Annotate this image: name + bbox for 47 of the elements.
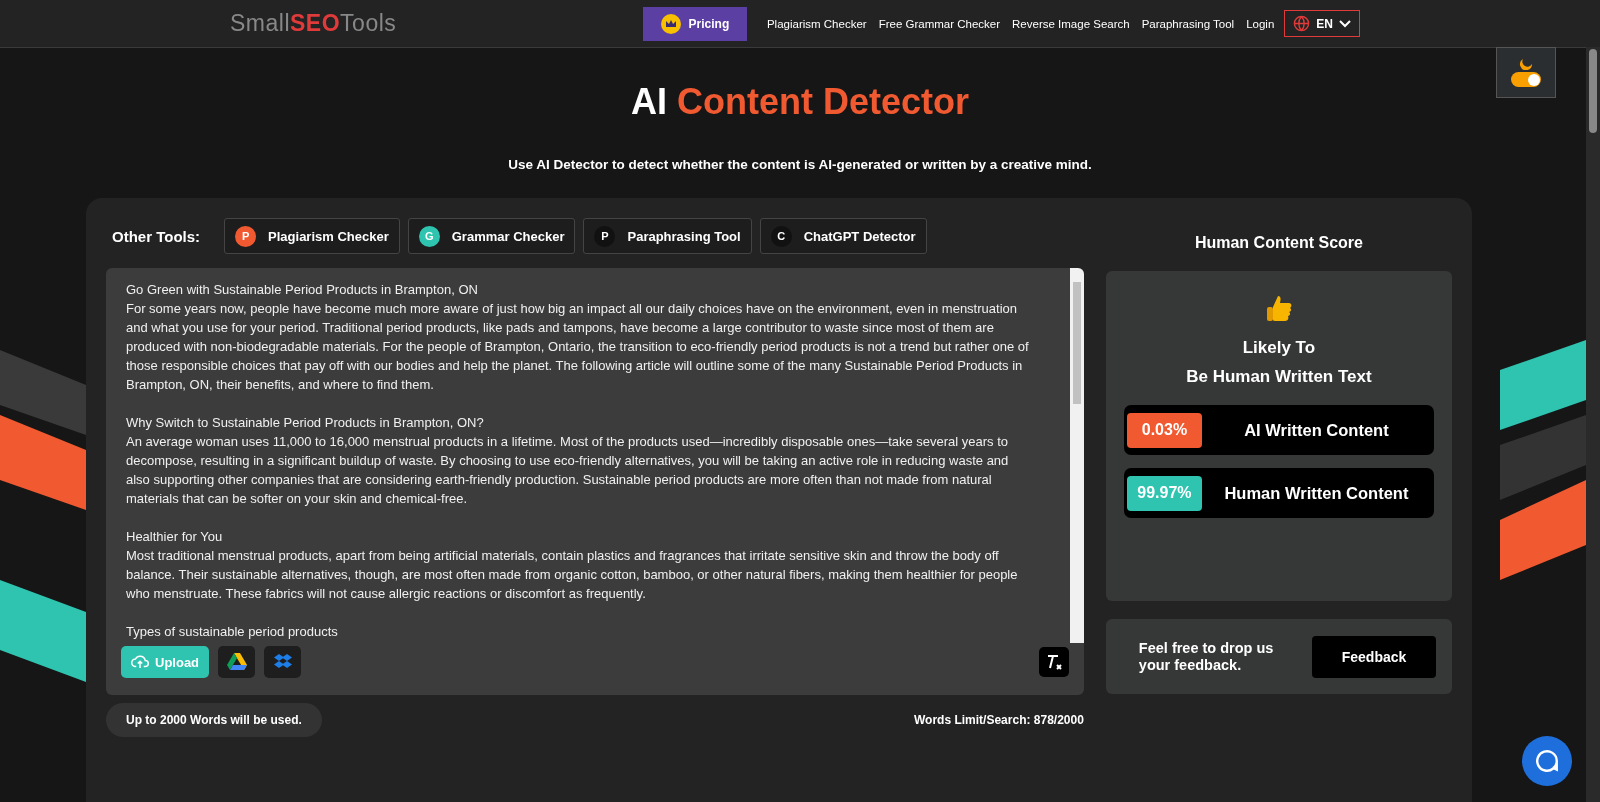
paragraph-heading: Healthier for You: [126, 528, 224, 546]
triangle-logo-icon: [226, 653, 247, 671]
verdict-text: Be Human Written Text: [1186, 366, 1372, 388]
paragraph-text: Most traditional menstrual products, apart from being artificial materials, contain plastics and fragrances that irritate sensitive skin and throw the body off balance. Their sustainable alternatives, though, are most often made from organic cotton, bamboo, or other natural fibers, making them healthier for people who menstruate. These fabrics will not cause allergic reactions or discomfort as frequently.: [126, 547, 1019, 603]
paragraph-text: For some years now, people have become much more aware of just how big an impact all our daily choices have on the environment, even in menstruation and what you use for your period. Traditional period products, like pads and tampons, have become a large contributor to waste since most of them are produced with non-biodegradable materials. For the people of Brampton, Ontario, the transition to eco-friendly period products is not a trend but rather one of those responsible choices that pay off with our bodies and help the planet. The following article will outline some of the many Sustainable Period Products in Brampton, ON, their benefits, and where to find them.: [126, 300, 1030, 394]
theme-toggle[interactable]: [1496, 47, 1556, 98]
chevron-down-icon: [1339, 19, 1351, 28]
tool-button[interactable]: P Paraphrasing Tool: [583, 218, 752, 254]
chat-button[interactable]: [1522, 736, 1572, 786]
score-percentage: 0.03%: [1126, 412, 1202, 448]
nav-link[interactable]: Free Grammar Checker: [878, 17, 1001, 30]
nav-link[interactable]: Plagiarism Checker: [766, 17, 867, 30]
nav-link[interactable]: Reverse Image Search: [1012, 17, 1130, 30]
pricing-button[interactable]: Pricing: [642, 6, 747, 41]
drive-button[interactable]: [218, 646, 256, 678]
tool-button[interactable]: C ChatGPT Detector: [759, 218, 927, 254]
page-title: AI Content Detector: [631, 81, 969, 123]
text-editor[interactable]: [106, 268, 1084, 695]
tool-button[interactable]: G Grammar Checker: [407, 218, 576, 254]
word-count: Words Limit/Search: 878/2000: [914, 713, 1084, 727]
paragraph-heading: Go Green with Sustainable Period Products in Brampton, ON: [126, 281, 479, 299]
crown-icon: [660, 13, 681, 34]
feedback-button[interactable]: Feedback: [1312, 635, 1436, 678]
site-logo: SmallSEOTools: [230, 10, 397, 37]
paragraph-text: An average woman uses 11,000 to 16,000 menstrual products in a lifetime. Most of the products used—incredibly disposable ones—take several years to decompose, resulting in a significant buildup of waste. By choosing to use eco-friendly alternatives, you will be taking an active role in reducing waste and also supporting other companies that are considering earth-friendly production. Sustainable period products are more often than not made from natural materials that can be softer on your skin and chemical-free.: [126, 433, 1010, 508]
language-selector[interactable]: EN: [1284, 10, 1360, 37]
nav-link[interactable]: Paraphrasing Tool: [1141, 17, 1235, 30]
tool-button[interactable]: P Plagiarism Checker: [224, 218, 400, 254]
dropbox-button[interactable]: [264, 646, 302, 678]
score-label: AI Written Content: [1243, 420, 1390, 440]
paragraph-heading: Why Switch to Sustainable Period Products in Brampton, ON?: [126, 414, 485, 432]
box-logo-icon: [273, 654, 292, 670]
word-limit-note: Up to 2000 Words will be used.: [106, 703, 322, 737]
score-title: Human Content Score: [1193, 234, 1364, 252]
cloud-upload-icon: [131, 654, 149, 670]
score-label: Human Written Content: [1223, 483, 1410, 503]
chat-bubble-icon: [1534, 748, 1560, 774]
nav-link[interactable]: Login: [1246, 17, 1275, 30]
globe-icon: [1293, 15, 1311, 32]
page-subtitle: Use AI Detector to detect whether the content is AI-generated or written by a creative mind.: [508, 157, 1092, 172]
score-percentage: 99.97%: [1126, 475, 1202, 511]
verdict-text: Likely To: [1241, 337, 1317, 359]
clear-formatting-button[interactable]: [1038, 647, 1069, 677]
paragraph-heading: Types of sustainable period products: [126, 623, 339, 641]
moon-icon: [1519, 58, 1533, 70]
other-tools-label: Other Tools:: [112, 227, 201, 245]
feedback-text: Feel free to drop us your feedback.: [1138, 639, 1275, 674]
